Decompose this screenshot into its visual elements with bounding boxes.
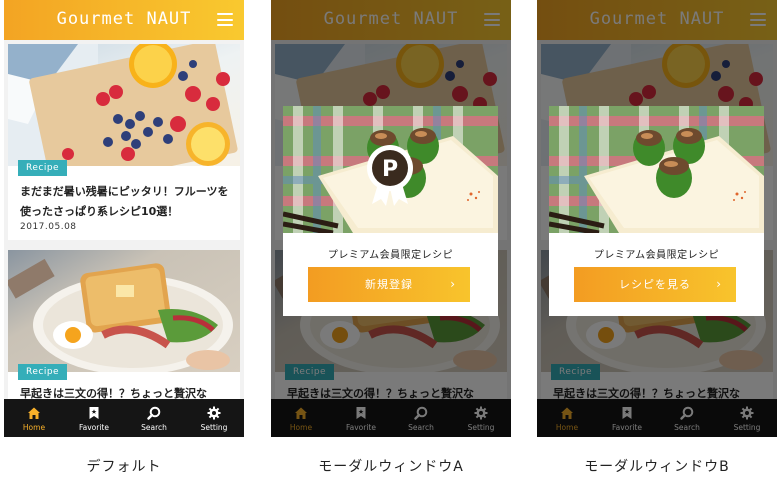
- app-header: Gourmet NAUT: [4, 0, 244, 40]
- article-card[interactable]: Recipe まだまだ暑い残暑にピッタリ！フルーツを使ったさっぱり系レシピ10選…: [8, 44, 240, 240]
- tab-search[interactable]: Search: [124, 399, 184, 437]
- tab-label: Search: [141, 423, 167, 432]
- premium-emblem-icon: P: [367, 145, 413, 206]
- tab-label: Home: [22, 423, 46, 432]
- tab-favorite[interactable]: Favorite: [64, 399, 124, 437]
- category-badge: Recipe: [18, 364, 68, 380]
- emblem-letter: P: [382, 157, 398, 182]
- article-card[interactable]: Recipe 早起きは三文の得！？ちょっと贅沢な: [8, 250, 240, 400]
- stuffed-pepper-photo: P: [283, 106, 498, 233]
- premium-modal: P プレミアム会員限定レシピ 新規登録 ›: [283, 106, 498, 316]
- modal-cta-label: レシピを見る: [619, 278, 691, 291]
- tab-label: Favorite: [79, 423, 109, 432]
- search-icon: [147, 406, 161, 420]
- modal-caption: プレミアム会員限定レシピ: [593, 250, 720, 261]
- phone-modal-a: Gourmet NAUT: [271, 0, 511, 437]
- modal-caption: プレミアム会員限定レシピ: [327, 250, 454, 261]
- caption-modal-b: モーダルウィンドウB: [584, 459, 730, 475]
- chevron-right-icon: ›: [716, 277, 722, 291]
- fruit-photo: [8, 44, 240, 166]
- chevron-right-icon: ›: [450, 277, 456, 291]
- toast-breakfast-photo: [8, 250, 240, 372]
- bookmark-icon: [89, 407, 99, 419]
- article-date: 2017.05.08: [20, 222, 77, 232]
- modal-cta-label: 新規登録: [365, 278, 413, 291]
- premium-modal: プレミアム会員限定レシピ レシピを見る ›: [549, 106, 764, 316]
- phone-default: Gourmet NAUT Recipe まだまだ暑い残暑にピッタリ！フルーツを使…: [4, 0, 244, 437]
- tab-home[interactable]: Home: [4, 399, 64, 437]
- tab-label: Setting: [200, 423, 228, 432]
- category-badge: Recipe: [18, 160, 68, 176]
- stuffed-pepper-photo: [549, 106, 764, 233]
- caption-modal-a: モーダルウィンドウA: [318, 459, 464, 475]
- article-title[interactable]: 早起きは三文の得！？ちょっと贅沢な: [20, 384, 230, 400]
- gear-icon: [207, 406, 221, 420]
- caption-default: デフォルト: [86, 459, 162, 475]
- tab-setting[interactable]: Setting: [184, 399, 244, 437]
- bottom-tab-bar: Home Favorite Search Setting: [4, 399, 244, 437]
- modal-cta-button[interactable]: レシピを見る ›: [574, 267, 736, 302]
- modal-cta-button[interactable]: 新規登録 ›: [308, 267, 470, 302]
- hamburger-menu-icon[interactable]: [217, 13, 233, 26]
- home-icon: [28, 407, 40, 419]
- article-title[interactable]: まだまだ暑い残暑にピッタリ！フルーツを使ったさっぱり系レシピ10選！: [20, 182, 230, 222]
- phone-modal-b: Gourmet NAUT: [537, 0, 777, 437]
- app-title: Gourmet NAUT: [56, 9, 192, 29]
